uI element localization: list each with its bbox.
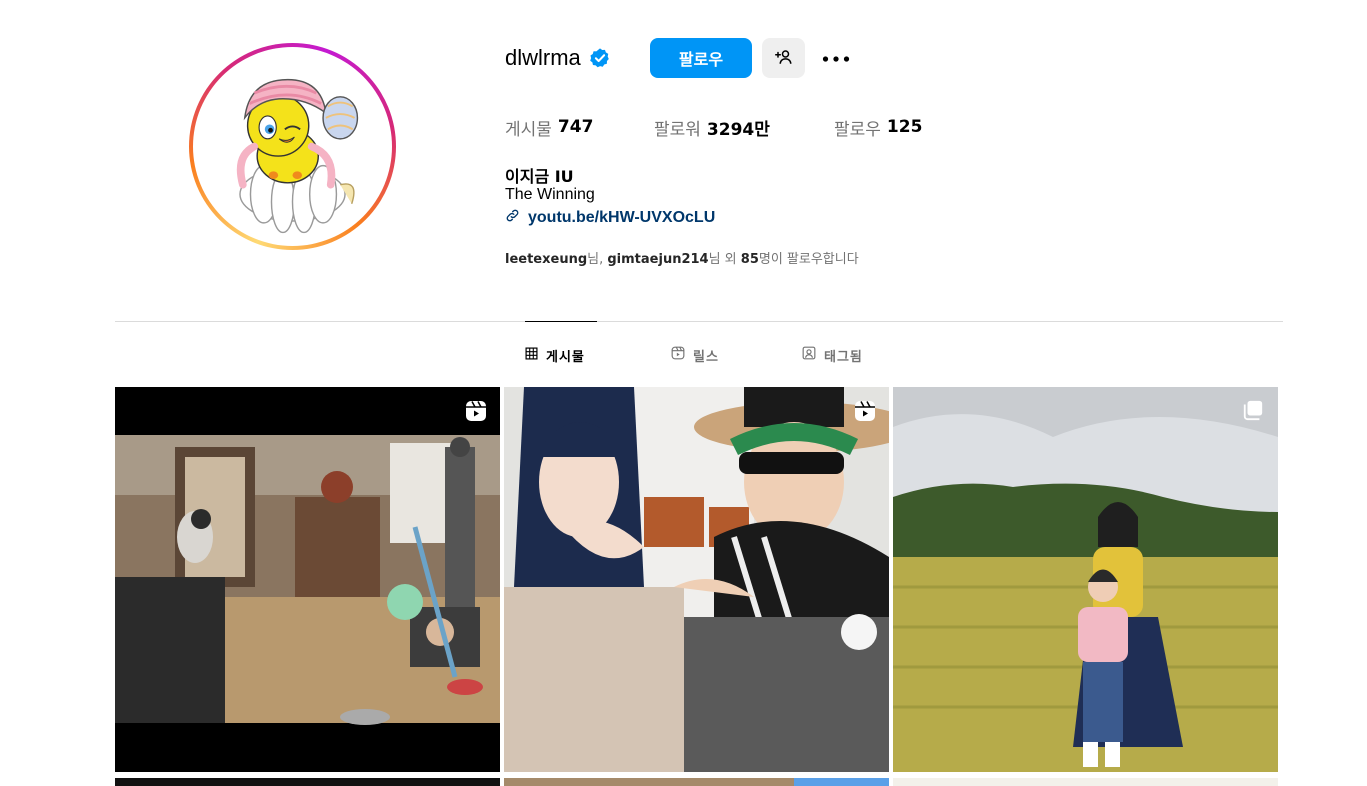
tab-reels-label: 릴스 bbox=[693, 349, 719, 365]
post-tile[interactable] bbox=[504, 387, 889, 772]
avatar-ring[interactable] bbox=[189, 43, 396, 250]
username-row: dlwlrma bbox=[505, 38, 611, 78]
follow-button[interactable]: 팔로우 bbox=[650, 38, 752, 78]
reels-badge-icon bbox=[464, 399, 488, 423]
add-person-icon bbox=[774, 48, 793, 69]
followers-label: 팔로워 bbox=[654, 119, 701, 140]
bio-link[interactable]: youtu.be/kHW-UVXOcLU bbox=[505, 208, 715, 228]
post-image bbox=[115, 387, 500, 772]
followed-by-count: 85 bbox=[740, 252, 759, 267]
followed-by[interactable]: leetexeung님, gimtaejun214님 외 85명이 팔로우합니다 bbox=[505, 248, 859, 267]
verified-badge-icon bbox=[589, 47, 611, 69]
post-image bbox=[893, 387, 1278, 772]
tab-tagged[interactable]: 태그됨 bbox=[802, 346, 863, 365]
profile-stats: 게시물 747 팔로워 3294만 팔로우 125 bbox=[505, 112, 922, 142]
tab-posts[interactable]: 게시물 bbox=[525, 346, 671, 365]
bio-text: The Winning bbox=[505, 186, 595, 203]
followed-by-tail: 명이 팔로우합니다 bbox=[758, 252, 859, 267]
active-tab-indicator bbox=[525, 321, 597, 322]
reels-icon bbox=[671, 346, 693, 364]
post-tile[interactable] bbox=[504, 778, 794, 786]
following-count[interactable]: 팔로우 125 bbox=[834, 115, 922, 140]
followed-by-mid: 님 외 bbox=[708, 252, 741, 267]
posts-label: 게시물 bbox=[505, 119, 552, 140]
carousel-badge-icon bbox=[1242, 399, 1266, 423]
profile-tabs: 게시물 릴스 태그됨 bbox=[525, 340, 863, 370]
followed-by-user1[interactable]: leetexeung bbox=[505, 252, 587, 267]
followers-count[interactable]: 팔로워 3294만 bbox=[654, 115, 834, 140]
post-tile[interactable] bbox=[893, 778, 1278, 786]
post-tile[interactable] bbox=[893, 387, 1278, 772]
suggested-accounts-button[interactable] bbox=[762, 38, 805, 78]
reels-badge-icon bbox=[853, 399, 877, 423]
posts-count: 게시물 747 bbox=[505, 115, 654, 140]
bio-link-text[interactable]: youtu.be/kHW-UVXOcLU bbox=[528, 209, 715, 227]
following-label: 팔로우 bbox=[834, 119, 881, 140]
tagged-icon bbox=[802, 346, 824, 364]
followers-value: 3294만 bbox=[706, 119, 770, 140]
tab-reels[interactable]: 릴스 bbox=[671, 346, 802, 365]
link-icon bbox=[505, 208, 528, 228]
tab-posts-label: 게시물 bbox=[546, 349, 585, 365]
post-tile[interactable] bbox=[115, 387, 500, 772]
avatar[interactable] bbox=[197, 51, 388, 242]
post-tile[interactable] bbox=[115, 778, 500, 786]
more-options-button[interactable] bbox=[816, 38, 856, 78]
tab-tagged-label: 태그됨 bbox=[824, 349, 863, 365]
followed-by-user2[interactable]: gimtaejun214 bbox=[607, 252, 708, 267]
posts-value: 747 bbox=[557, 117, 594, 137]
tabs-divider bbox=[115, 321, 1283, 322]
following-value: 125 bbox=[886, 117, 923, 137]
followed-by-sep: 님, bbox=[587, 252, 608, 267]
full-name: 이지금 IU bbox=[505, 167, 574, 186]
post-tile[interactable] bbox=[794, 778, 889, 786]
tweety-illustration bbox=[197, 51, 388, 242]
ellipsis-icon bbox=[822, 51, 850, 66]
username: dlwlrma bbox=[505, 45, 581, 70]
grid-icon bbox=[525, 346, 546, 364]
post-image bbox=[504, 387, 889, 772]
